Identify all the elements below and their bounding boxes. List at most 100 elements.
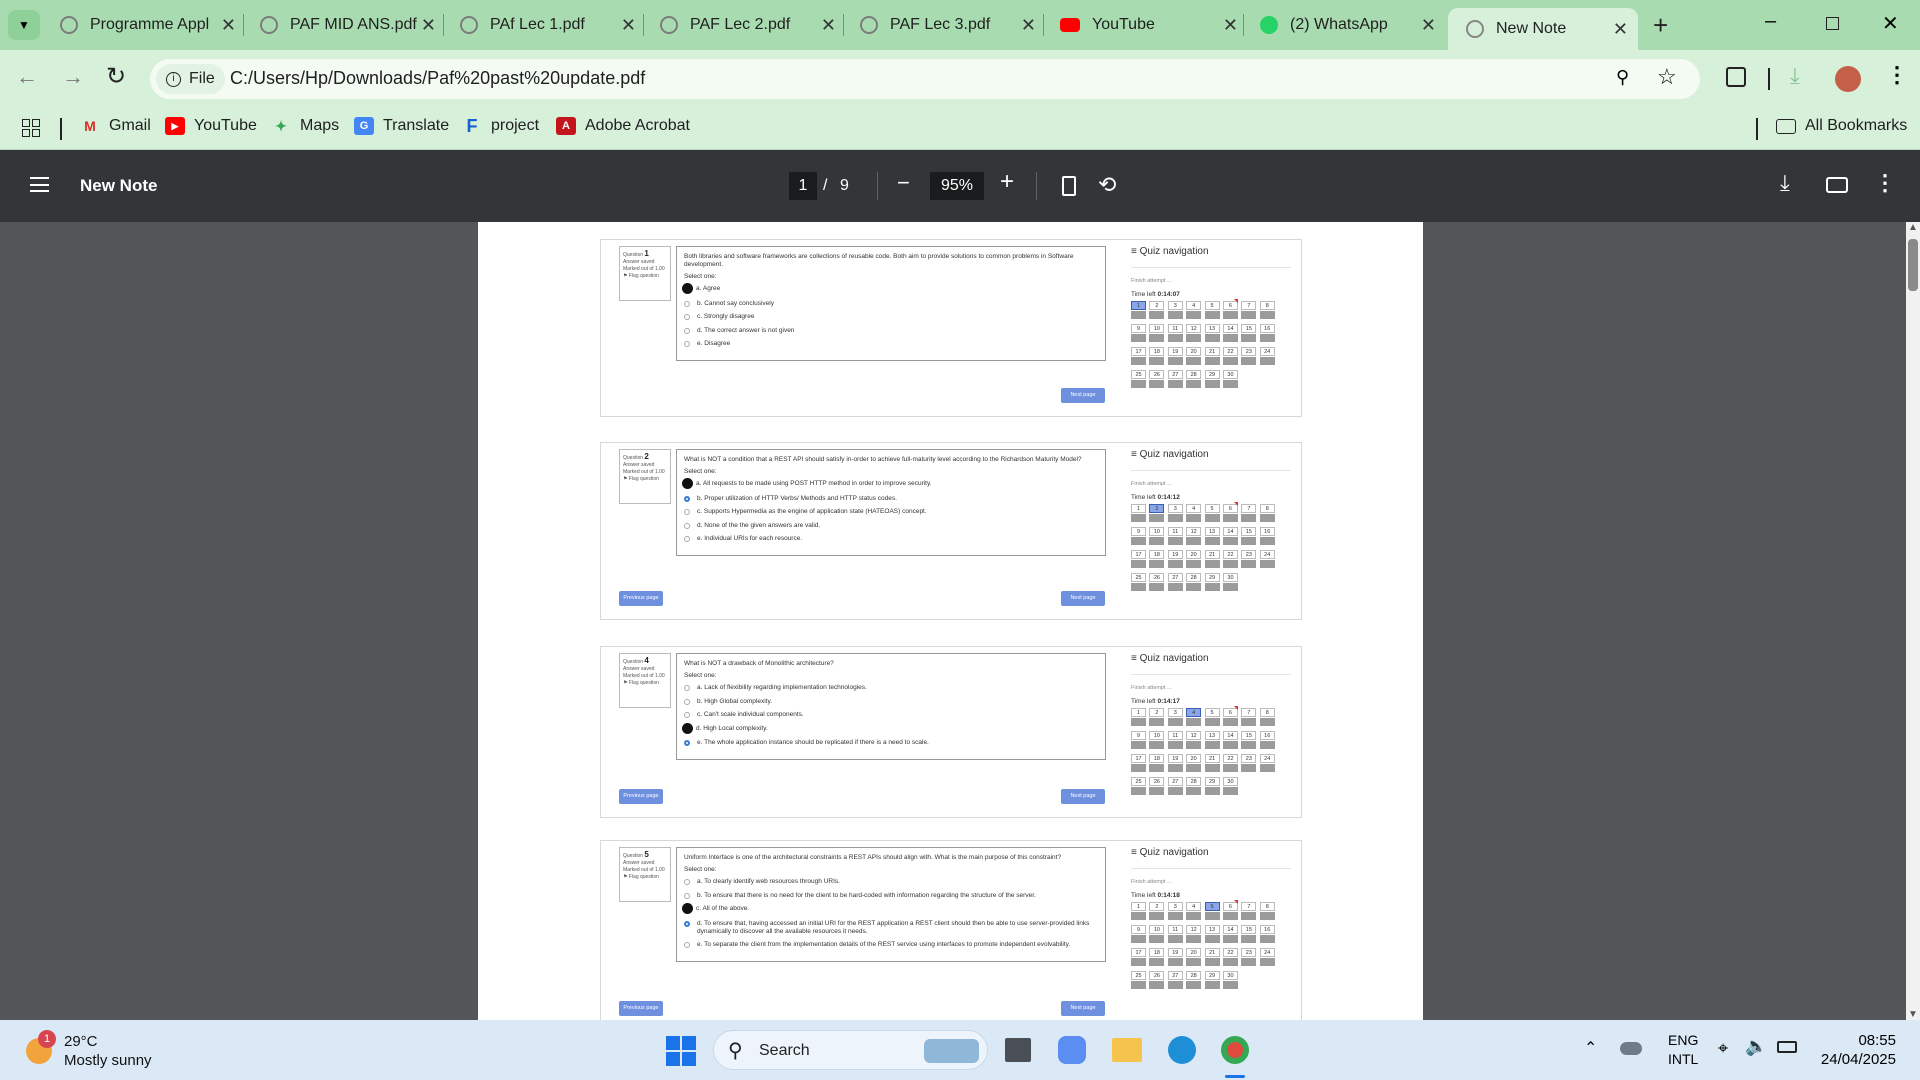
quiz-nav-button[interactable]: 10 (1149, 731, 1165, 749)
quiz-nav-button[interactable]: 13 (1204, 731, 1220, 749)
back-button[interactable]: ← (16, 64, 38, 90)
quiz-nav-button[interactable]: 11 (1167, 527, 1183, 545)
quiz-nav-button[interactable]: 14 (1222, 527, 1238, 545)
quiz-nav-button[interactable]: 24 (1259, 347, 1275, 365)
quiz-nav-button[interactable]: 28 (1186, 971, 1202, 989)
language-intl[interactable]: INTL (1668, 1051, 1698, 1067)
quiz-nav-button[interactable]: 18 (1149, 754, 1165, 772)
quiz-nav-button[interactable]: 5 (1204, 708, 1220, 726)
close-icon[interactable]: ✕ (1021, 15, 1036, 36)
quiz-nav-button[interactable]: 18 (1149, 347, 1165, 365)
answer-option[interactable]: e. Disagree (684, 340, 1098, 348)
quiz-nav-button[interactable]: 23 (1241, 347, 1257, 365)
quiz-nav-button[interactable]: 23 (1241, 550, 1257, 568)
language-en[interactable]: ENG (1668, 1032, 1698, 1048)
quiz-nav-button[interactable]: 9 (1131, 324, 1146, 342)
quiz-nav-button[interactable]: 29 (1204, 573, 1220, 591)
quiz-nav-button[interactable]: 7 (1241, 902, 1257, 920)
next-page-button[interactable]: Next page (1061, 591, 1105, 606)
flag-question-link[interactable]: ⚑ Flag question (623, 273, 667, 280)
radio-button[interactable] (684, 879, 690, 885)
next-page-button[interactable]: Next page (1061, 388, 1105, 403)
quiz-nav-button[interactable]: 14 (1222, 731, 1238, 749)
scroll-down-arrow[interactable]: ▼ (1906, 1009, 1920, 1020)
quiz-nav-button[interactable]: 7 (1241, 504, 1257, 522)
quiz-nav-button[interactable]: 22 (1222, 754, 1238, 772)
previous-page-button[interactable]: Previous page (619, 1001, 663, 1016)
radio-button[interactable] (684, 522, 690, 529)
flag-question-link[interactable]: ⚑ Flag question (623, 874, 667, 881)
quiz-nav-button[interactable]: 5 (1204, 504, 1220, 522)
quiz-nav-button[interactable]: 6 (1222, 706, 1238, 726)
tab-youtube[interactable]: YouTube ✕ (1060, 8, 1238, 42)
quiz-nav-button[interactable]: 20 (1186, 948, 1202, 966)
quiz-nav-button[interactable]: 2 (1149, 301, 1165, 319)
quiz-nav-button[interactable]: 23 (1241, 754, 1257, 772)
quiz-nav-button[interactable]: 7 (1241, 301, 1257, 319)
quiz-nav-button[interactable]: 17 (1131, 754, 1146, 772)
menu-kebab-icon[interactable]: ⋮ (1886, 62, 1908, 88)
quiz-nav-button[interactable]: 19 (1167, 754, 1183, 772)
quiz-nav-button[interactable]: 28 (1186, 777, 1202, 795)
radio-button[interactable] (684, 509, 690, 515)
quiz-nav-button[interactable]: 28 (1186, 370, 1202, 388)
radio-button[interactable] (684, 740, 690, 746)
quiz-nav-button[interactable]: 8 (1259, 902, 1275, 920)
bookmark-youtube[interactable]: ▶ YouTube (165, 117, 257, 135)
quiz-nav-button[interactable]: 29 (1204, 777, 1220, 795)
wifi-icon[interactable]: ⌖ (1718, 1038, 1728, 1059)
close-icon[interactable]: ✕ (1421, 15, 1436, 36)
bookmark-gmail[interactable]: M Gmail (80, 117, 151, 135)
answer-option[interactable]: c. Strongly disagree (684, 313, 1098, 321)
quiz-nav-button[interactable]: 30 (1222, 573, 1238, 591)
bookmark-maps[interactable]: ✦ Maps (271, 117, 339, 135)
close-icon[interactable]: ✕ (421, 15, 436, 36)
answer-option[interactable]: d. The correct answer is not given (684, 327, 1098, 335)
tab-paf-mid-ans[interactable]: PAF MID ANS.pdf ✕ (260, 8, 436, 42)
quiz-nav-button[interactable]: 22 (1222, 550, 1238, 568)
quiz-nav-button[interactable]: 12 (1186, 731, 1202, 749)
quiz-nav-button[interactable]: 27 (1167, 971, 1183, 989)
quiz-nav-button[interactable]: 1 (1131, 708, 1146, 726)
finish-attempt-link[interactable]: Finish attempt ... (1131, 481, 1291, 487)
quiz-nav-button[interactable]: 11 (1167, 731, 1183, 749)
battery-icon[interactable] (1777, 1041, 1797, 1053)
next-page-button[interactable]: Next page (1061, 789, 1105, 804)
quiz-nav-button[interactable]: 6 (1222, 900, 1238, 920)
quiz-nav-button[interactable]: 29 (1204, 971, 1220, 989)
close-icon[interactable]: ✕ (1613, 19, 1628, 40)
quiz-nav-button[interactable]: 12 (1186, 925, 1202, 943)
quiz-nav-button[interactable]: 17 (1131, 550, 1146, 568)
scrollbar[interactable]: ▲ ▼ (1906, 222, 1920, 1020)
quiz-nav-button[interactable]: 4 (1186, 504, 1202, 522)
menu-icon[interactable] (30, 177, 49, 192)
answer-option[interactable]: a. To clearly identify web resources thr… (684, 878, 1098, 886)
quiz-nav-button[interactable]: 15 (1241, 731, 1257, 749)
quiz-nav-button[interactable]: 25 (1131, 370, 1146, 388)
radio-button[interactable] (684, 892, 690, 899)
quiz-nav-button[interactable]: 10 (1149, 925, 1165, 943)
quiz-nav-button[interactable]: 22 (1222, 948, 1238, 966)
quiz-nav-button[interactable]: 23 (1241, 948, 1257, 966)
answer-option[interactable]: b. High Global complexity. (684, 698, 1098, 706)
radio-button[interactable] (684, 314, 690, 320)
quiz-nav-button[interactable]: 6 (1222, 502, 1238, 522)
quiz-nav-button[interactable]: 12 (1186, 324, 1202, 342)
answer-option[interactable]: c. All of the above. (682, 903, 1098, 914)
quiz-nav-button[interactable]: 19 (1167, 948, 1183, 966)
quiz-nav-button[interactable]: 13 (1204, 324, 1220, 342)
bookmark-project[interactable]: Fproject (462, 116, 540, 136)
edge-icon[interactable] (1168, 1036, 1196, 1064)
quiz-nav-button[interactable]: 15 (1241, 324, 1257, 342)
forward-button[interactable]: → (62, 64, 84, 90)
fit-page-icon[interactable] (1062, 176, 1076, 196)
site-info-chip[interactable]: i File (156, 64, 225, 94)
answer-option[interactable]: b. To ensure that there is no need for t… (684, 892, 1098, 900)
zoom-out-button[interactable]: − (897, 170, 910, 196)
zoom-icon[interactable]: ⚲ (1616, 67, 1629, 88)
quiz-nav-button[interactable]: 21 (1204, 347, 1220, 365)
answer-option[interactable]: d. None of the the given answers are val… (684, 522, 1098, 530)
quiz-nav-button[interactable]: 5 (1204, 301, 1220, 319)
quiz-nav-button[interactable]: 21 (1204, 754, 1220, 772)
download-icon[interactable]: ⤓ (1790, 63, 1800, 89)
